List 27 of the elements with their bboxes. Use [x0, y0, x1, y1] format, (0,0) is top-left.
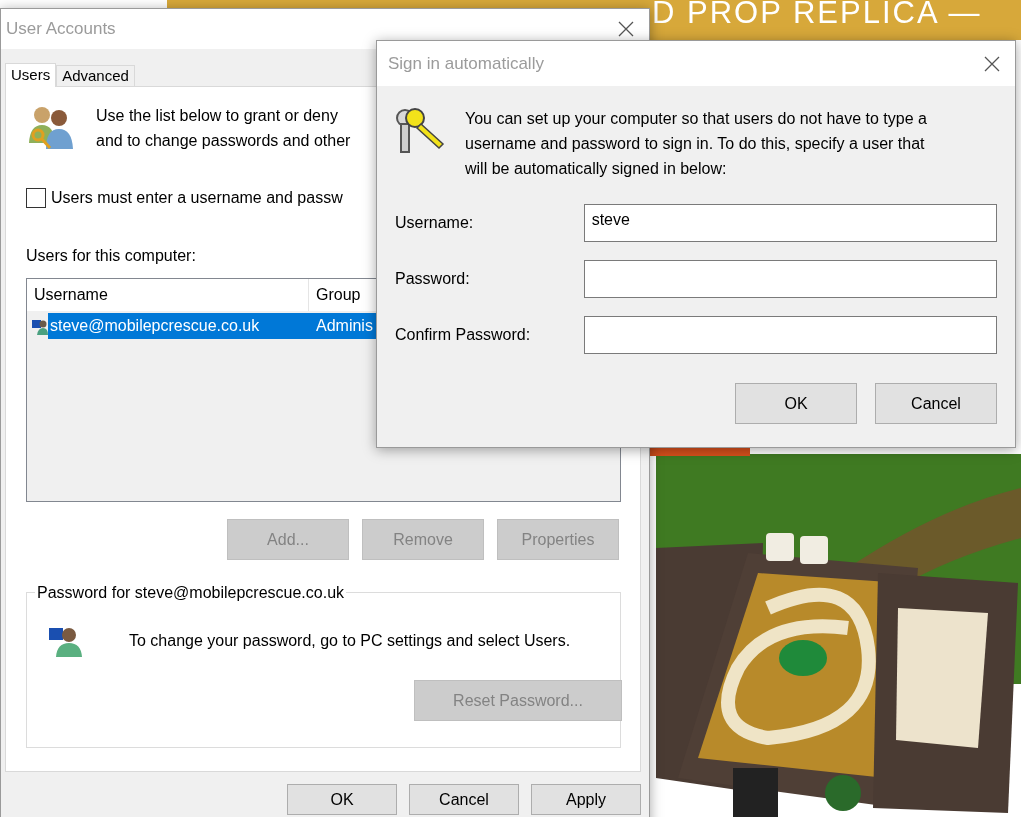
list-label: Users for this computer:	[26, 246, 196, 266]
field-label: Username:	[394, 213, 475, 233]
checkbox[interactable]	[26, 188, 46, 208]
ok-button[interactable]: OK	[287, 784, 397, 815]
username-field[interactable]: steve	[583, 204, 997, 242]
banner-text: D PROP REPLICA —	[652, 0, 982, 32]
column-header[interactable]: Username	[27, 279, 309, 311]
window-title: User Accounts	[6, 18, 116, 41]
password-field[interactable]	[583, 260, 997, 298]
password-message: To change your password, go to PC settings and select Users.	[129, 631, 571, 651]
intro-text: and to change passwords and other	[96, 131, 351, 151]
tab[interactable]: Advanced	[56, 65, 135, 86]
instructions-text: You can set up your computer so that users do not have to type a username and password to sign in. To do this, specify a user that will be automatically signed in below:	[465, 109, 928, 179]
user-monitor-icon	[49, 625, 83, 657]
cancel-button[interactable]: Cancel	[875, 383, 997, 424]
keys-icon	[393, 106, 445, 156]
confirm-password-field[interactable]	[583, 316, 997, 354]
ok-button[interactable]: OK	[735, 383, 857, 424]
cancel-button[interactable]: Cancel	[409, 784, 519, 815]
tab[interactable]: Users	[5, 63, 57, 87]
close-icon[interactable]	[618, 21, 634, 37]
window-title: Sign in automatically	[388, 52, 544, 75]
apply-button[interactable]: Apply	[531, 784, 641, 815]
checkbox-label: Users must enter a username and passw	[51, 188, 343, 208]
intro-text: Use the list below to grant or deny	[96, 106, 339, 126]
close-icon[interactable]	[984, 55, 1000, 72]
table-cell[interactable]: steve@mobilepcrescue.co.uk	[48, 313, 309, 339]
